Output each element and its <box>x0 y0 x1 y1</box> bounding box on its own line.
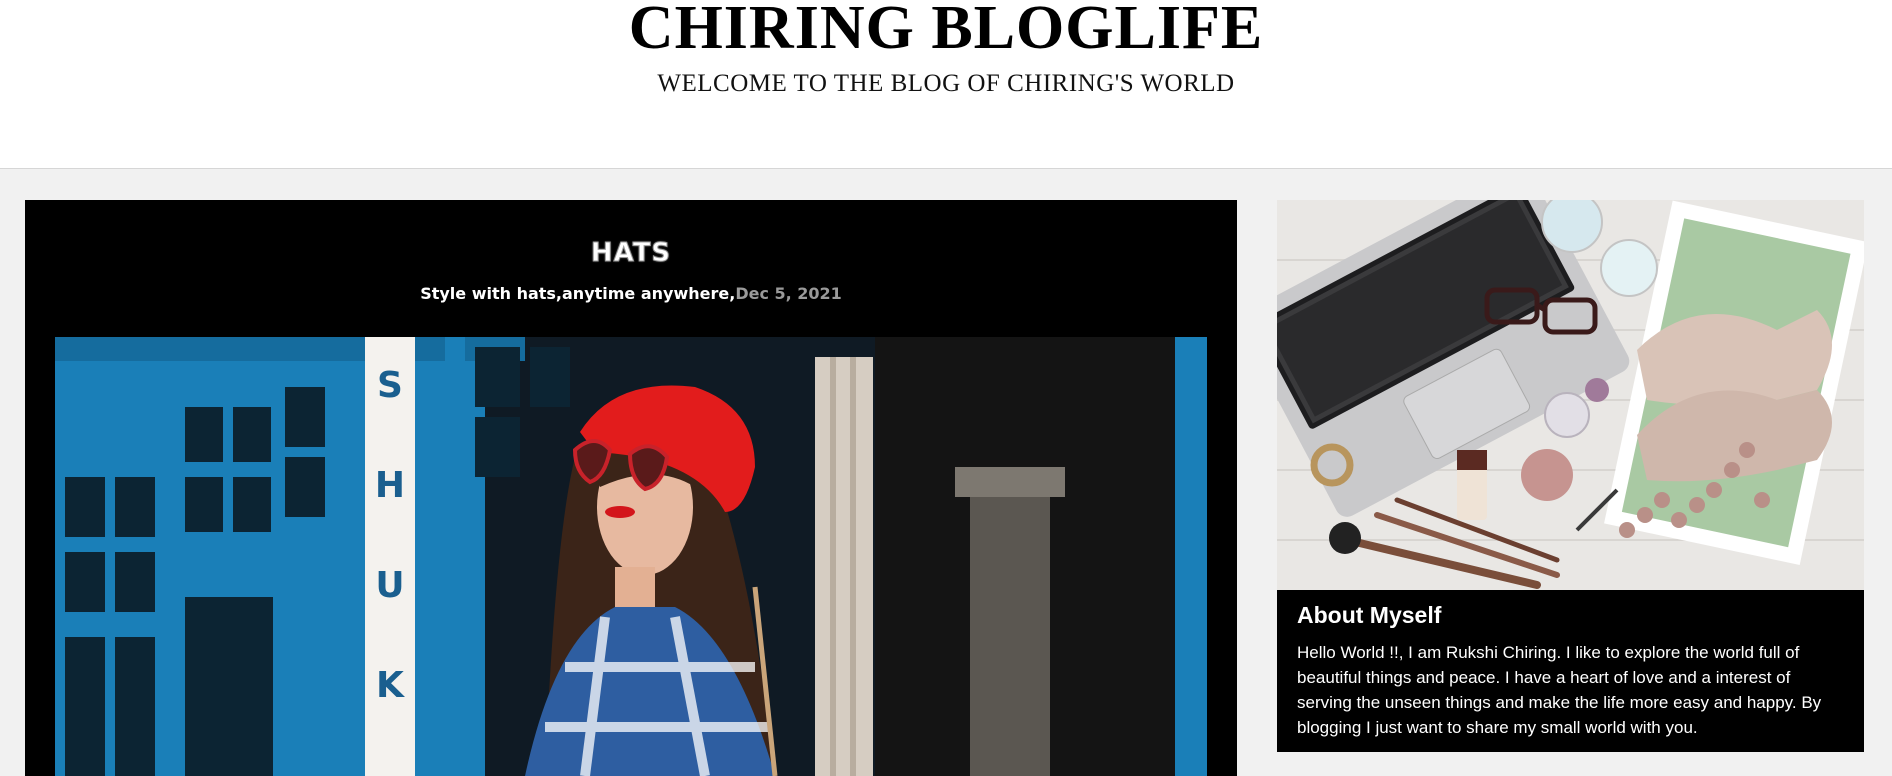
svg-text:K: K <box>376 665 405 706</box>
sidebar-image <box>1277 200 1864 590</box>
about-text: Hello World !!, I am Rukshi Chiring. I l… <box>1297 643 1822 737</box>
site-title[interactable]: CHIRING BLOGLIFE <box>0 0 1892 64</box>
svg-text:H: H <box>375 465 405 506</box>
about-sidebar: About Myself Hello World !!, I am Rukshi… <box>1277 200 1864 752</box>
svg-text:S: S <box>377 365 403 406</box>
post-subtitle-text: Style with hats,anytime anywhere, <box>420 284 736 303</box>
about-heading: About Myself <box>1297 602 1442 628</box>
site-header: CHIRING BLOGLIFE WELCOME TO THE BLOG OF … <box>0 0 1892 169</box>
post-image[interactable]: S H U K <box>55 337 1207 776</box>
post-subtitle: Style with hats,anytime anywhere,Dec 5, … <box>25 284 1237 303</box>
post-date: Dec 5, 2021 <box>735 284 842 303</box>
svg-text:U: U <box>375 565 404 606</box>
post-card: HATS Style with hats,anytime anywhere,De… <box>25 200 1237 776</box>
post-title[interactable]: HATS <box>25 238 1237 269</box>
site-tagline: WELCOME TO THE BLOG OF CHIRING'S WORLD <box>657 70 1235 97</box>
